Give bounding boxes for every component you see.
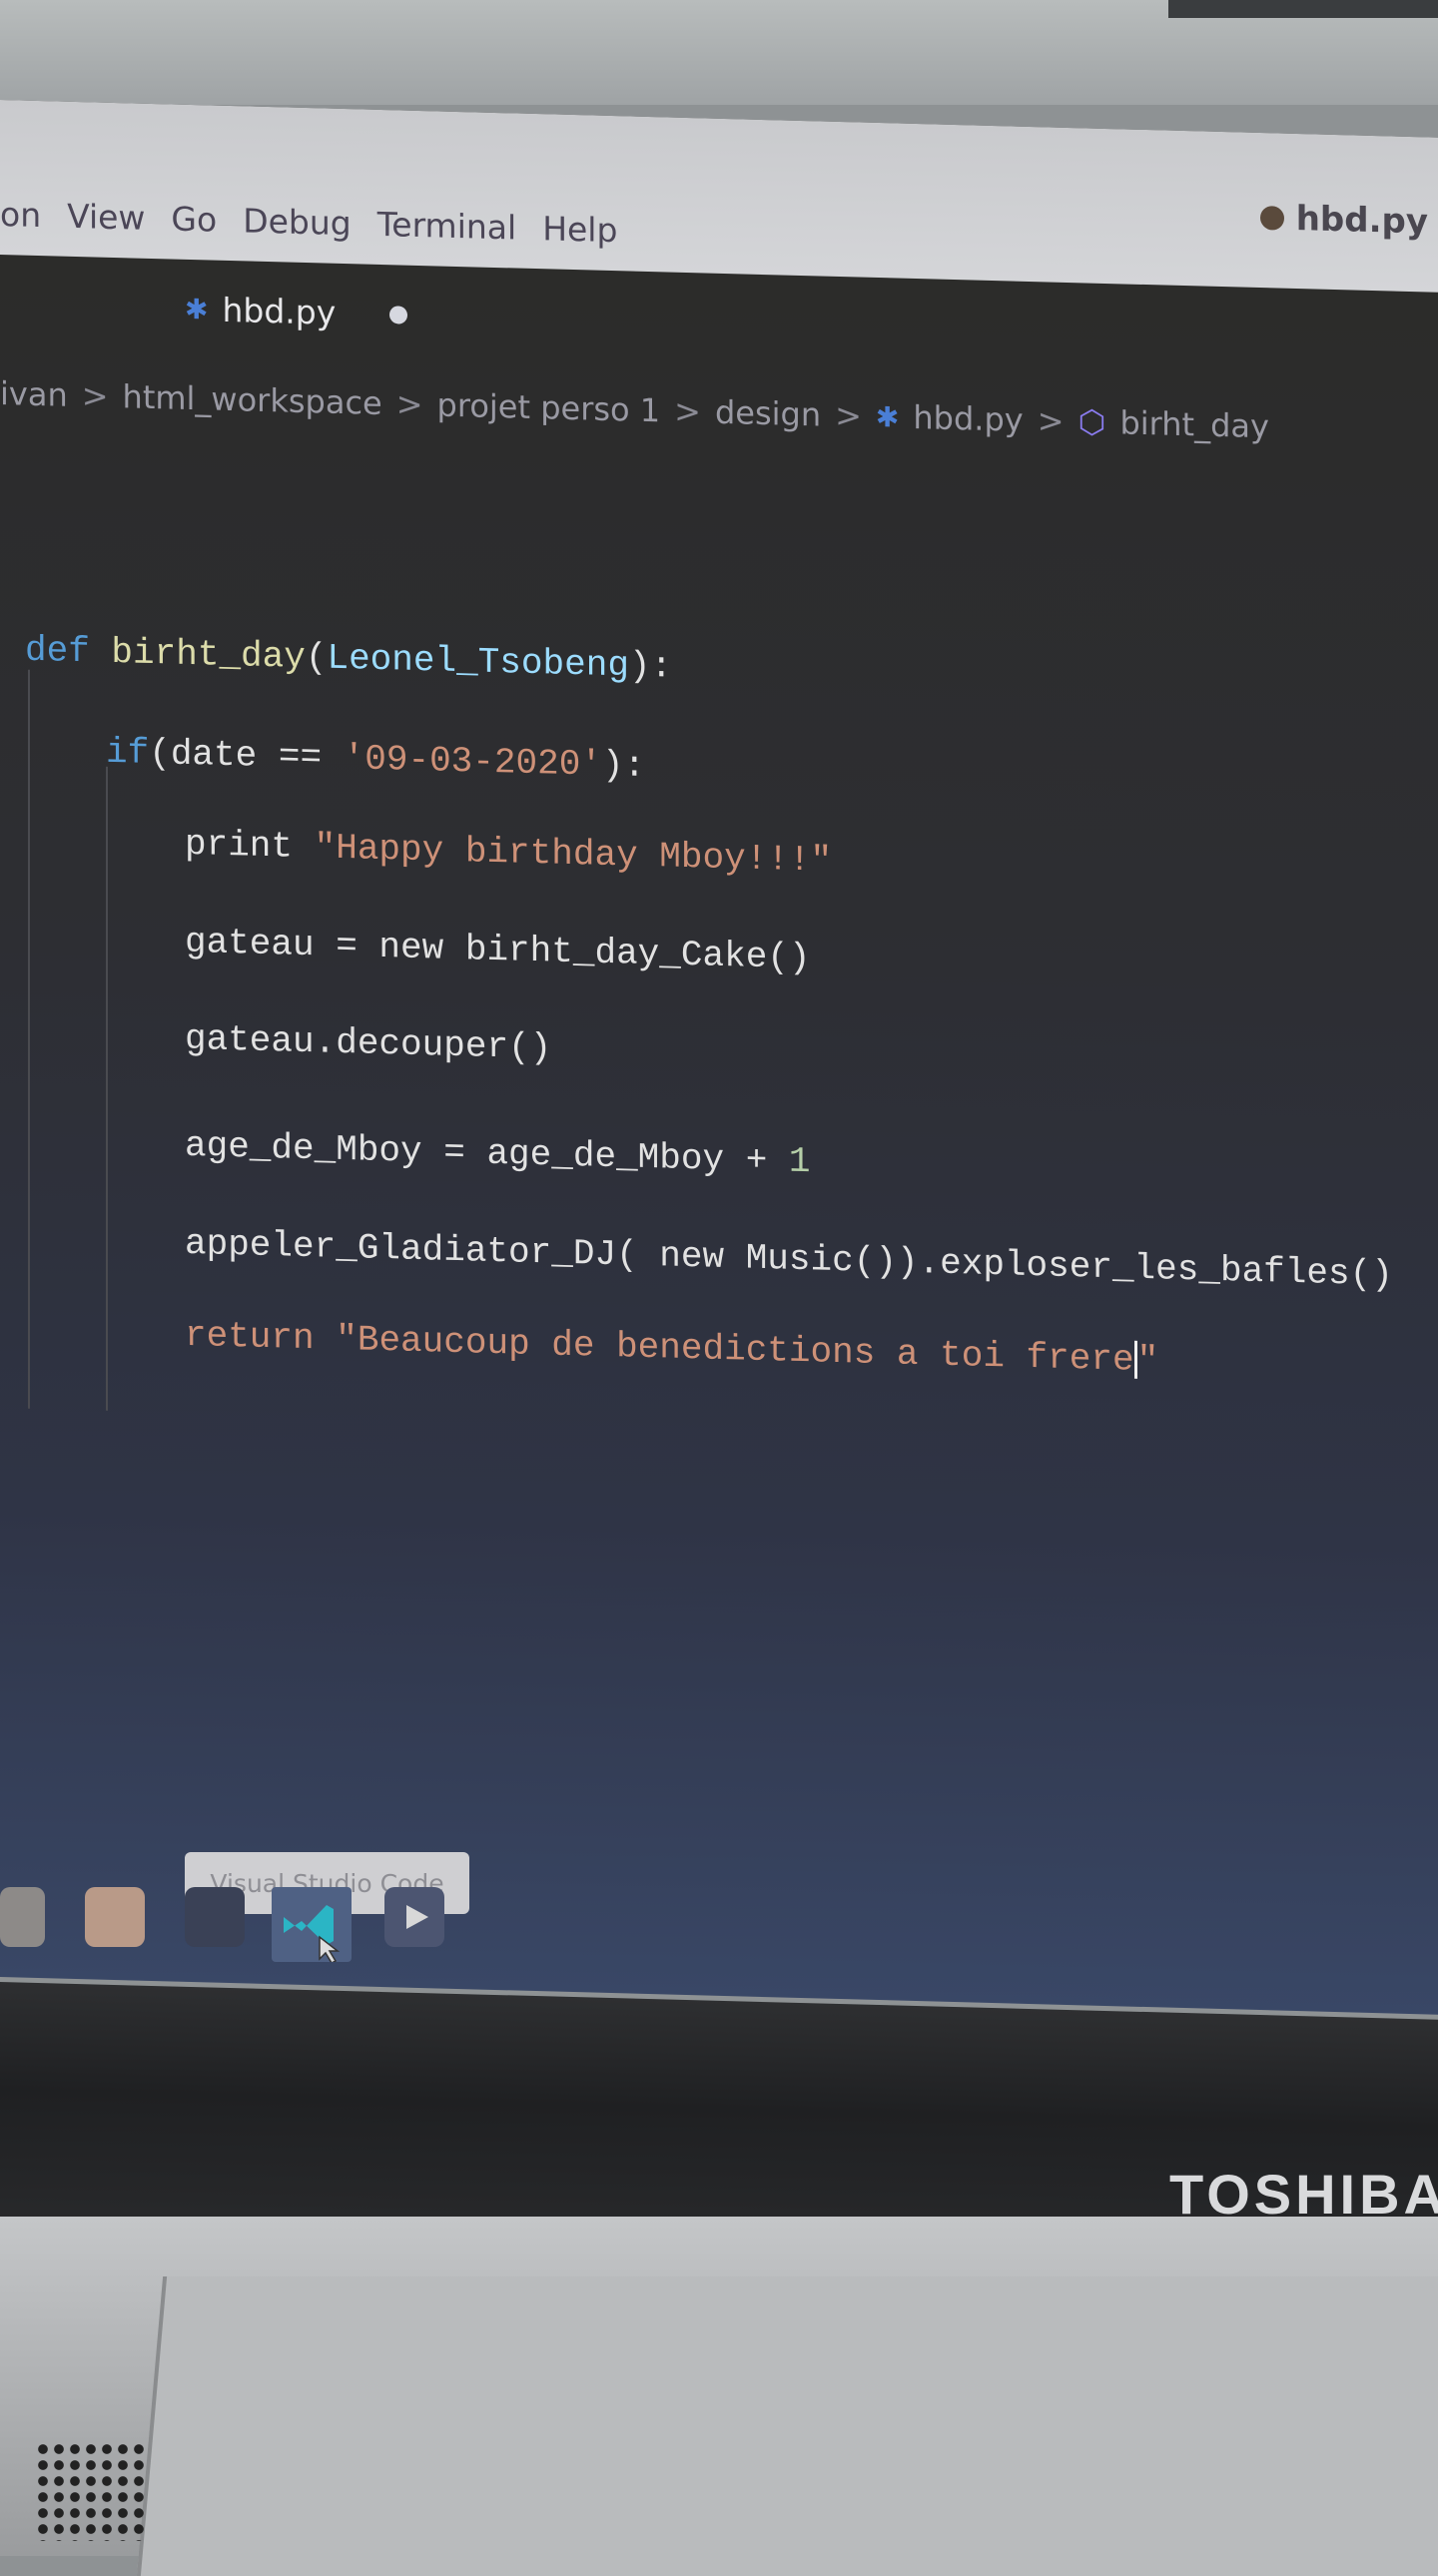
laptop-top-bezel (0, 0, 1438, 105)
breadcrumb-item[interactable]: html_workspace (123, 377, 382, 422)
code-token: ): (601, 744, 646, 787)
menu-item-on[interactable]: on (0, 195, 41, 235)
code-token: (date == (149, 732, 344, 779)
code-token: " (1136, 1339, 1159, 1382)
unsaved-dot-icon (1259, 206, 1284, 231)
code-token: print (185, 823, 315, 869)
chevron-right-icon: > (395, 384, 423, 424)
python-icon: ✱ (185, 292, 209, 326)
media-player-icon[interactable] (384, 1887, 444, 1947)
files-app-icon[interactable] (0, 1887, 45, 1947)
chevron-right-icon: > (674, 391, 701, 431)
code-line[interactable]: if(date == '09-03-2020'): (106, 732, 645, 787)
code-line[interactable]: return "Beaucoup de benedictions a toi f… (185, 1315, 1158, 1382)
firefox-app-icon[interactable] (85, 1887, 145, 1947)
menu-bar: on View Go Debug Terminal Help hbd.py (0, 100, 1438, 293)
vscode-logo-icon (284, 1905, 341, 1964)
palmrest (136, 2276, 1438, 2576)
code-token: '09-03-2020' (343, 737, 602, 786)
chevron-right-icon: > (835, 395, 862, 435)
code-token: gateau = new birht_day_Cake() (185, 921, 811, 979)
window-title: hbd.py (1259, 198, 1428, 243)
code-token: "Beaucoup de benedictions a toi frere (336, 1318, 1134, 1381)
breadcrumb: ivan > html_workspace > projet perso 1 > desig… (0, 374, 1269, 445)
bezel-strip (1168, 0, 1438, 18)
code-line[interactable]: gateau = new birht_day_Cake() (185, 922, 811, 978)
code-token: return (185, 1314, 337, 1360)
code-token: Leonel_Tsobeng (327, 637, 629, 687)
tab-label: hbd.py (222, 290, 337, 332)
code-token: ): (628, 645, 673, 688)
breadcrumb-item[interactable]: ivan (0, 374, 68, 414)
breadcrumb-item[interactable]: projet perso 1 (437, 385, 661, 429)
indent-guide (106, 766, 108, 1411)
chevron-right-icon: > (81, 376, 109, 415)
symbol-method-icon: ⬡ (1078, 402, 1106, 441)
code-line[interactable]: def birht_day(Leonel_Tsobeng): (25, 630, 672, 688)
terminal-app-icon[interactable] (185, 1887, 245, 1947)
breadcrumb-item[interactable]: birht_day (1119, 403, 1268, 445)
modified-dot-icon[interactable] (389, 305, 408, 324)
code-line[interactable]: print "Happy birthday Mboy!!!" (185, 824, 832, 882)
vscode-window: on View Go Debug Terminal Help hbd.py ✱ hbd.p… (0, 100, 1438, 2015)
menu-item-view[interactable]: View (67, 197, 145, 238)
breadcrumb-item[interactable]: hbd.py (913, 398, 1023, 439)
python-icon: ✱ (875, 399, 900, 434)
chevron-right-icon: > (1037, 401, 1065, 440)
code-line[interactable]: appeler_Gladiator_DJ( new Music()).explo… (185, 1223, 1393, 1296)
menu: on View Go Debug Terminal Help (0, 195, 617, 250)
code-token: "Happy birthday Mboy!!!" (314, 827, 833, 882)
menu-item-help[interactable]: Help (542, 209, 617, 250)
code-line[interactable]: age_de_Mboy = age_de_Mboy + 1 (185, 1125, 811, 1182)
code-token: gateau.decouper() (185, 1017, 552, 1069)
speaker-grill (35, 2441, 145, 2541)
indent-guide (28, 669, 30, 1409)
window-title-text: hbd.py (1295, 198, 1428, 243)
menu-item-terminal[interactable]: Terminal (377, 205, 516, 248)
menu-item-go[interactable]: Go (171, 199, 217, 239)
code-line[interactable]: gateau.decouper() (185, 1018, 551, 1069)
code-token: if (106, 731, 150, 774)
code-token: age_de_Mboy = age_de_Mboy + (185, 1124, 789, 1182)
code-token: 1 (788, 1140, 811, 1183)
code-token: ( (305, 637, 328, 679)
vscode-app-icon[interactable] (272, 1887, 352, 1964)
code-token: birht_day (111, 631, 306, 679)
code-token: def (25, 629, 112, 673)
code-token: appeler_Gladiator_DJ( new Music()).explo… (185, 1222, 1393, 1296)
tab-hbd-py[interactable]: ✱ hbd.py (185, 290, 408, 334)
play-icon (406, 1905, 428, 1929)
menu-item-debug[interactable]: Debug (243, 201, 352, 243)
breadcrumb-item[interactable]: design (715, 393, 821, 434)
